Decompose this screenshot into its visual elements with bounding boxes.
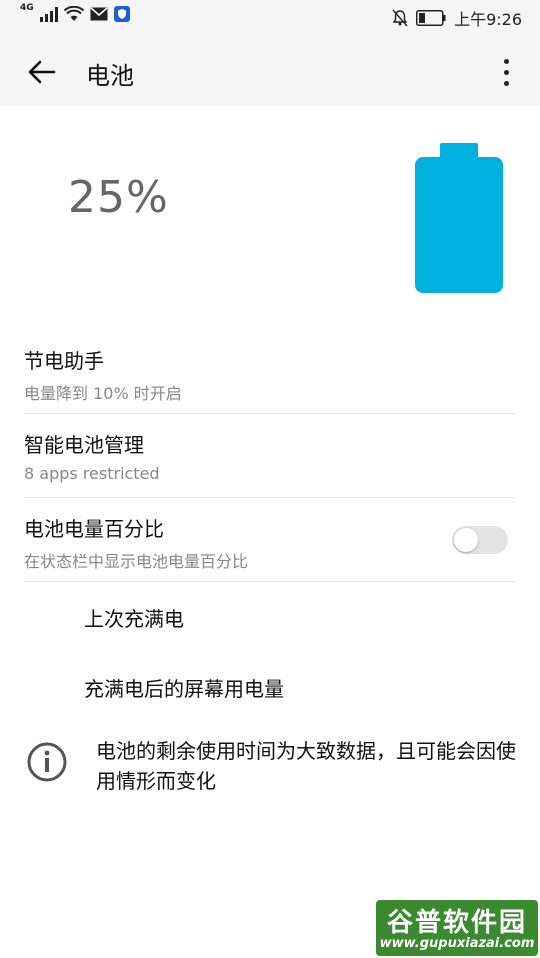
- status-bar: 4G 上午9:26: [0, 0, 540, 36]
- divider: [24, 497, 516, 498]
- row-title: 电池电量百分比: [24, 517, 164, 541]
- row-subtitle: 8 apps restricted: [24, 464, 160, 483]
- battery-icon: [416, 10, 446, 26]
- back-button[interactable]: [22, 52, 62, 92]
- info-icon: [26, 741, 68, 783]
- signal-icon: [39, 6, 58, 22]
- app-bar: 电池: [0, 36, 540, 106]
- row-title: 节电助手: [24, 349, 104, 373]
- more-options-button[interactable]: [492, 52, 522, 92]
- divider: [24, 413, 516, 414]
- watermark-title: 谷普软件园: [386, 908, 527, 938]
- network-type: 4G: [20, 3, 34, 13]
- battery-graphic: [415, 157, 503, 293]
- row-title: 智能电池管理: [24, 433, 144, 457]
- info-text: 电池的剩余使用时间为大致数据，且可能会因使用情形而变化: [96, 739, 516, 793]
- status-time: 上午9:26: [454, 10, 522, 29]
- power-saving-assistant-row[interactable]: 节电助手 电量降到 10% 时开启: [24, 345, 516, 404]
- mail-icon: [90, 7, 108, 21]
- wifi-icon: [63, 6, 84, 21]
- row-subtitle: 电量降到 10% 时开启: [24, 384, 182, 403]
- watermark: 谷普软件园 www.gupuxiazai.com: [376, 900, 538, 956]
- page-title: 电池: [86, 62, 134, 90]
- battery-percent: 25%: [68, 172, 169, 223]
- screen-usage-since-full-charge-item[interactable]: 充满电后的屏幕用电量: [84, 673, 284, 702]
- notifications-off-icon: [392, 9, 408, 27]
- more-vert-icon: [504, 59, 509, 64]
- battery-percentage-row[interactable]: 电池电量百分比 在状态栏中显示电池电量百分比: [24, 513, 516, 572]
- smart-battery-management-row[interactable]: 智能电池管理 8 apps restricted: [24, 429, 516, 483]
- last-full-charge-item[interactable]: 上次充满电: [84, 603, 184, 632]
- arrow-left-icon: [28, 60, 56, 84]
- status-right: 上午9:26: [392, 6, 522, 30]
- toggle-knob: [454, 528, 478, 552]
- row-subtitle: 在状态栏中显示电池电量百分比: [24, 552, 249, 571]
- divider: [24, 581, 516, 582]
- shield-app-icon: [113, 6, 130, 22]
- status-left: 4G: [20, 3, 130, 22]
- watermark-url: www.gupuxiazai.com: [379, 936, 535, 951]
- battery-percentage-toggle[interactable]: [452, 526, 508, 554]
